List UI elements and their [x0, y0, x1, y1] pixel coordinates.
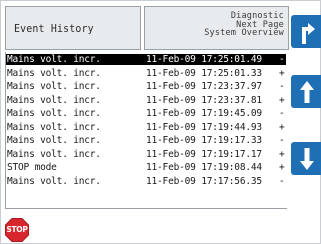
event-sign: +	[279, 121, 285, 133]
event-timestamp: 11-Feb-09 17:25:01.49	[146, 54, 262, 65]
event-name: Mains volt. incr.	[7, 175, 101, 187]
event-row[interactable]: Mains volt. incr. 11-Feb-09 17:25:01.33 +	[6, 68, 286, 79]
top-nav-button[interactable]	[291, 15, 321, 48]
event-sign: -	[279, 175, 285, 187]
event-sign: -	[279, 135, 285, 146]
softkey-menu[interactable]: Diagnostic Next Page System Overview	[144, 6, 289, 50]
event-list[interactable]: Mains volt. incr. 11-Feb-09 17:25:01.49- M…	[5, 52, 287, 209]
event-name: Mains volt. incr.	[7, 121, 101, 133]
corner-up-right-arrow-icon	[301, 22, 315, 44]
event-timestamp: 11-Feb-09 17:19:17.17	[146, 148, 262, 160]
event-row[interactable]: Mains volt. incr. 11-Feb-09 17:17:56.35 -	[6, 176, 286, 187]
event-timestamp: 11-Feb-09 17:25:01.33	[146, 67, 262, 79]
event-name: Mains volt. incr.	[7, 67, 101, 79]
event-row[interactable]: Mains volt. incr. 11-Feb-09 17:23:37.81 +	[6, 95, 286, 106]
event-name: STOP mode	[7, 162, 57, 173]
event-sign: -	[279, 54, 285, 65]
scroll-down-button[interactable]	[291, 142, 321, 175]
event-row[interactable]: STOP mode 11-Feb-09 17:19:08.44 +	[6, 162, 286, 173]
event-timestamp: 11-Feb-09 17:19:08.44	[146, 162, 262, 173]
event-sign: -	[279, 81, 285, 92]
event-name: Mains volt. incr.	[7, 54, 101, 65]
event-timestamp: 11-Feb-09 17:19:44.93	[146, 121, 262, 133]
event-name: Mains volt. incr.	[7, 135, 101, 146]
event-sign: +	[279, 162, 285, 173]
page-title-box: Event History	[5, 6, 141, 50]
event-row[interactable]: Mains volt. incr. 11-Feb-09 17:19:17.33 -	[6, 135, 286, 146]
stop-button[interactable]: STOP	[5, 218, 29, 242]
event-row[interactable]: Mains volt. incr. 11-Feb-09 17:23:37.97 -	[6, 81, 286, 92]
arrow-up-icon	[299, 80, 314, 103]
event-row[interactable]: Mains volt. incr. 11-Feb-09 17:19:45.09 -	[6, 108, 286, 119]
stop-label: STOP	[6, 225, 28, 234]
page-title: Event History	[14, 21, 94, 35]
event-timestamp: 11-Feb-09 17:19:45.09	[146, 108, 262, 119]
scroll-up-button[interactable]	[291, 75, 321, 108]
event-row[interactable]: Mains volt. incr. 11-Feb-09 17:19:44.93 +	[6, 122, 286, 133]
event-history-screen: Event History Diagnostic Next Page Syste…	[0, 0, 321, 244]
event-name: Mains volt. incr.	[7, 81, 101, 92]
event-timestamp: 11-Feb-09 17:17:56.35	[146, 175, 262, 187]
event-sign: +	[279, 94, 285, 106]
event-timestamp: 11-Feb-09 17:23:37.81	[146, 94, 262, 106]
event-name: Mains volt. incr.	[7, 108, 101, 119]
event-row[interactable]: Mains volt. incr. 11-Feb-09 17:25:01.49 -	[6, 54, 286, 65]
event-name: Mains volt. incr.	[7, 94, 101, 106]
event-row[interactable]: Mains volt. incr. 11-Feb-09 17:19:17.17 +	[6, 149, 286, 160]
arrow-down-icon	[299, 147, 314, 170]
menu-item-system-overview[interactable]: System Overview	[145, 29, 284, 38]
event-sign: +	[279, 148, 285, 160]
header: Event History Diagnostic Next Page Syste…	[5, 6, 289, 50]
event-sign: +	[279, 67, 285, 79]
event-name: Mains volt. incr.	[7, 148, 101, 160]
event-timestamp: 11-Feb-09 17:23:37.97	[146, 81, 262, 92]
event-timestamp: 11-Feb-09 17:19:17.33	[146, 135, 262, 146]
event-sign: -	[279, 108, 285, 119]
